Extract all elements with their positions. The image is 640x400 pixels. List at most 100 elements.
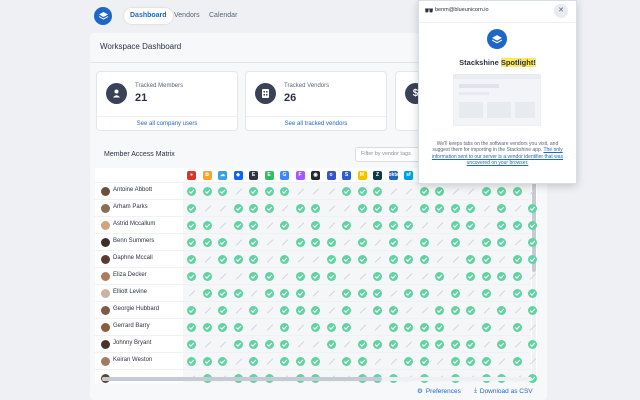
access-check-icon[interactable] <box>497 340 506 349</box>
no-access-dash-icon[interactable] <box>218 204 227 213</box>
access-check-icon[interactable] <box>218 357 227 366</box>
access-check-icon[interactable] <box>373 187 382 196</box>
access-check-icon[interactable] <box>528 204 537 213</box>
access-check-icon[interactable] <box>497 306 506 315</box>
access-check-icon[interactable] <box>187 306 196 315</box>
member-name[interactable]: Arham Parks <box>113 204 148 210</box>
access-check-icon[interactable] <box>187 187 196 196</box>
access-check-icon[interactable] <box>233 323 243 332</box>
access-check-icon[interactable] <box>373 306 382 315</box>
no-access-dash-icon[interactable] <box>358 272 367 281</box>
access-check-icon[interactable] <box>311 204 320 213</box>
no-access-dash-icon[interactable] <box>435 255 444 264</box>
no-access-dash-icon[interactable] <box>435 221 444 230</box>
access-check-icon[interactable] <box>481 187 491 196</box>
no-access-dash-icon[interactable] <box>358 221 367 230</box>
no-access-dash-icon[interactable] <box>296 187 305 196</box>
access-check-icon[interactable] <box>466 255 475 264</box>
no-access-dash-icon[interactable] <box>373 255 382 264</box>
no-access-dash-icon[interactable] <box>265 221 274 230</box>
no-access-dash-icon[interactable] <box>513 306 522 315</box>
access-check-icon[interactable] <box>280 255 289 264</box>
access-check-icon[interactable] <box>512 272 522 281</box>
access-check-icon[interactable] <box>450 306 460 315</box>
access-check-icon[interactable] <box>233 204 243 213</box>
no-access-dash-icon[interactable] <box>265 238 274 247</box>
access-check-icon[interactable] <box>342 306 351 315</box>
no-access-dash-icon[interactable] <box>234 306 243 315</box>
no-access-dash-icon[interactable] <box>404 306 413 315</box>
no-access-dash-icon[interactable] <box>389 289 398 298</box>
no-access-dash-icon[interactable] <box>373 357 382 366</box>
access-check-icon[interactable] <box>357 238 367 247</box>
no-access-dash-icon[interactable] <box>327 306 336 315</box>
no-access-dash-icon[interactable] <box>466 187 475 196</box>
access-check-icon[interactable] <box>450 204 460 213</box>
download-csv-link[interactable]: ⤓ Download as CSV <box>474 387 533 395</box>
member-name[interactable]: Keiran Weston <box>113 357 152 363</box>
access-check-icon[interactable] <box>311 306 320 315</box>
access-check-icon[interactable] <box>357 340 367 349</box>
access-check-icon[interactable] <box>249 204 258 213</box>
access-check-icon[interactable] <box>311 323 320 332</box>
no-access-dash-icon[interactable] <box>404 204 413 213</box>
scrollbar-thumb[interactable] <box>102 377 382 381</box>
no-access-dash-icon[interactable] <box>311 187 320 196</box>
access-check-icon[interactable] <box>249 255 258 264</box>
access-check-icon[interactable] <box>295 306 305 315</box>
access-check-icon[interactable] <box>466 204 475 213</box>
no-access-dash-icon[interactable] <box>265 255 274 264</box>
no-access-dash-icon[interactable] <box>497 323 506 332</box>
no-access-dash-icon[interactable] <box>513 238 522 247</box>
access-check-icon[interactable] <box>264 289 274 298</box>
no-access-dash-icon[interactable] <box>296 255 305 264</box>
access-check-icon[interactable] <box>187 221 196 230</box>
no-access-dash-icon[interactable] <box>342 272 351 281</box>
access-check-icon[interactable] <box>466 306 475 315</box>
access-check-icon[interactable] <box>218 187 227 196</box>
access-check-icon[interactable] <box>388 272 398 281</box>
access-check-icon[interactable] <box>373 272 382 281</box>
no-access-dash-icon[interactable] <box>311 289 320 298</box>
no-access-dash-icon[interactable] <box>528 357 537 366</box>
access-check-icon[interactable] <box>295 272 305 281</box>
access-check-icon[interactable] <box>481 272 491 281</box>
member-name[interactable]: Georgie Hubbard <box>113 306 159 312</box>
member-name[interactable]: Eliza Decker <box>113 272 147 278</box>
no-access-dash-icon[interactable] <box>373 238 382 247</box>
access-check-icon[interactable] <box>373 221 382 230</box>
no-access-dash-icon[interactable] <box>342 204 351 213</box>
no-access-dash-icon[interactable] <box>218 272 227 281</box>
member-name[interactable]: Elliott Levine <box>113 289 147 295</box>
access-check-icon[interactable] <box>218 289 227 298</box>
no-access-dash-icon[interactable] <box>420 221 429 230</box>
access-check-icon[interactable] <box>388 204 398 213</box>
no-access-dash-icon[interactable] <box>327 289 336 298</box>
no-access-dash-icon[interactable] <box>280 204 289 213</box>
no-access-dash-icon[interactable] <box>451 272 460 281</box>
member-name[interactable]: Johnny Bryant <box>113 340 151 346</box>
no-access-dash-icon[interactable] <box>327 221 336 230</box>
no-access-dash-icon[interactable] <box>497 255 506 264</box>
no-access-dash-icon[interactable] <box>265 357 274 366</box>
access-check-icon[interactable] <box>249 357 258 366</box>
member-name[interactable]: Gerrard Barry <box>113 323 150 329</box>
access-check-icon[interactable] <box>295 238 305 247</box>
no-access-dash-icon[interactable] <box>451 187 460 196</box>
access-check-icon[interactable] <box>450 238 460 247</box>
access-check-icon[interactable] <box>497 272 506 281</box>
access-check-icon[interactable] <box>264 272 274 281</box>
no-access-dash-icon[interactable] <box>265 323 274 332</box>
no-access-dash-icon[interactable] <box>497 357 506 366</box>
no-access-dash-icon[interactable] <box>311 340 320 349</box>
no-access-dash-icon[interactable] <box>528 323 537 332</box>
access-check-icon[interactable] <box>481 323 491 332</box>
no-access-dash-icon[interactable] <box>404 272 413 281</box>
access-check-icon[interactable] <box>497 238 506 247</box>
access-check-icon[interactable] <box>466 221 475 230</box>
access-check-icon[interactable] <box>357 357 367 366</box>
access-check-icon[interactable] <box>481 289 491 298</box>
access-check-icon[interactable] <box>342 255 351 264</box>
access-check-icon[interactable] <box>249 340 258 349</box>
no-access-dash-icon[interactable] <box>358 323 367 332</box>
